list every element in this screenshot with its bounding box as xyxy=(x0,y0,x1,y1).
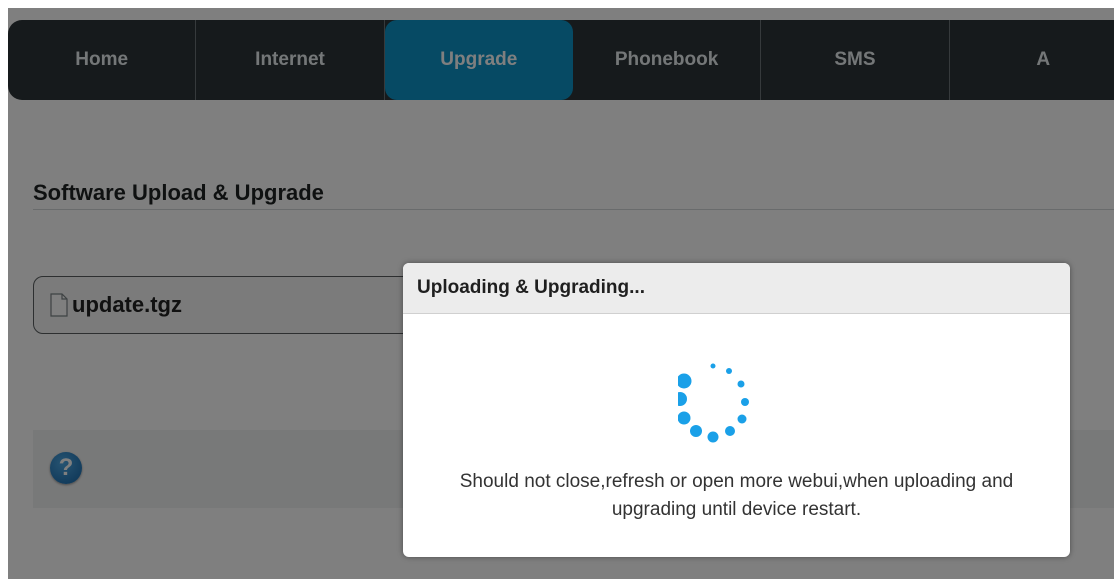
dialog-message-line-2: upgrading until device restart. xyxy=(611,499,862,520)
spinner-icon xyxy=(678,363,749,443)
dialog-message: Should not close,refresh or open more we… xyxy=(403,468,1070,524)
dialog-message-line-1: Should not close,refresh or open more we… xyxy=(459,471,1014,492)
app-window: Home Internet Upgrade Phonebook SMS A So… xyxy=(8,8,1114,579)
upgrade-progress-dialog: Uploading & Upgrading... Should not clos… xyxy=(403,263,1070,557)
dialog-title: Uploading & Upgrading... xyxy=(403,263,1070,314)
